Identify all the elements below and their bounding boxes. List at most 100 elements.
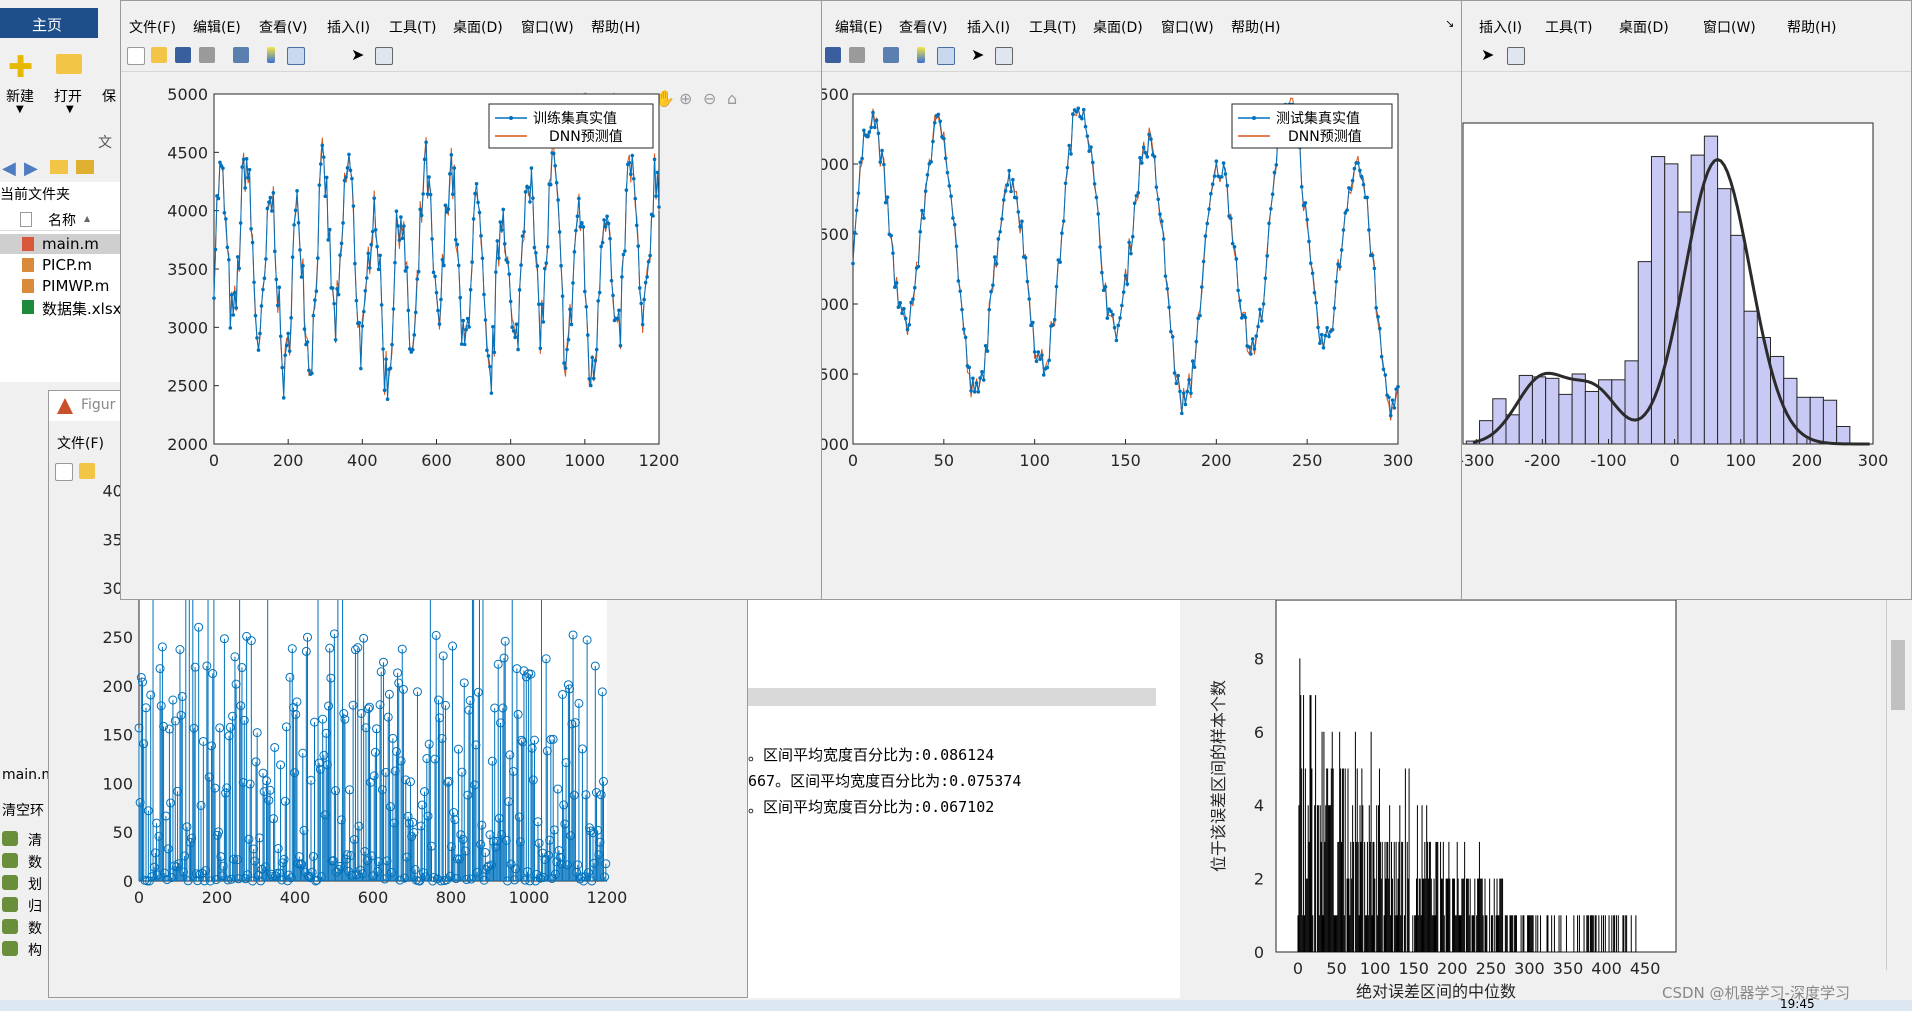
menu-item-help[interactable]: 帮助(H) [1231, 17, 1280, 37]
x-tick-label: 0 [848, 451, 858, 470]
property-editor-icon[interactable] [995, 47, 1013, 65]
data-point [1256, 324, 1260, 329]
save-icon[interactable] [175, 47, 191, 63]
colorbar-icon[interactable] [267, 47, 275, 63]
pointer-icon[interactable]: ➤ [971, 45, 984, 64]
figure-toolbar: ➤ [121, 41, 821, 72]
menu-item-view[interactable]: 查看(V) [259, 17, 308, 37]
menu-item-window[interactable]: 窗口(W) [1161, 17, 1214, 37]
data-point [936, 112, 941, 117]
menu-item-insert[interactable]: 插入(I) [327, 17, 370, 37]
menu-item-file[interactable]: 文件(F) [57, 433, 104, 453]
open-button[interactable]: 打开 ▼ [52, 48, 92, 120]
colorbar-icon[interactable] [917, 47, 925, 63]
data-point [406, 308, 411, 313]
data-point [575, 214, 580, 219]
data-point [629, 172, 633, 177]
menu-item-insert[interactable]: 插入(I) [1479, 17, 1522, 37]
menu-item-desktop[interactable]: 桌面(D) [1093, 17, 1143, 37]
data-point [551, 151, 556, 156]
legend-icon[interactable] [287, 47, 305, 65]
data-point [954, 244, 959, 249]
data-point [991, 283, 995, 287]
data-point [1267, 221, 1271, 226]
print-icon[interactable] [199, 47, 215, 63]
list-item[interactable]: main.m [0, 234, 122, 254]
data-point [513, 335, 517, 340]
command-scrollbar-track[interactable] [746, 688, 1156, 706]
list-item[interactable]: PICP.m [0, 255, 122, 275]
menu-item-edit[interactable]: 编辑(E) [193, 17, 241, 37]
data-point [1074, 109, 1079, 114]
y-tick-label: 4500 [167, 143, 208, 162]
menu-item-help[interactable]: 帮助(H) [1787, 17, 1836, 37]
save-button[interactable]: 保 [98, 48, 122, 120]
open-file-icon[interactable] [151, 47, 167, 63]
data-point [470, 260, 474, 264]
file-icon [20, 212, 32, 227]
excel-file-icon [22, 300, 34, 314]
list-item[interactable]: 数据集.xlsx [0, 297, 122, 318]
m-file-icon [22, 237, 34, 251]
data-point [631, 176, 636, 181]
browse-folder-icon[interactable] [76, 160, 94, 174]
name-column-header[interactable]: 名称 ▲ [0, 208, 122, 231]
link-plot-icon[interactable] [233, 47, 249, 63]
command-window[interactable]: 。区间平均宽度百分比为:0.086124 667。区间平均宽度百分比为:0.07… [746, 600, 1180, 998]
percent-icon [2, 897, 18, 912]
data-point [224, 217, 228, 221]
new-figure-icon[interactable] [127, 47, 145, 65]
menu-item-tools[interactable]: 工具(T) [1029, 17, 1076, 37]
menu-item-help[interactable]: 帮助(H) [591, 17, 640, 37]
print-icon[interactable] [849, 47, 865, 63]
menu-item-insert[interactable]: 插入(I) [967, 17, 1010, 37]
list-item[interactable]: PIMWP.m [0, 276, 122, 296]
menu-item-desktop[interactable]: 桌面(D) [453, 17, 503, 37]
x-tick-label: 600 [358, 888, 389, 907]
data-point [448, 172, 452, 176]
figure-window-test: 编辑(E) 查看(V) 插入(I) 工具(T) 桌面(D) 窗口(W) 帮助(H… [820, 0, 1462, 600]
y-tick-label: 4 [1254, 796, 1264, 815]
vertical-scrollbar[interactable] [1886, 600, 1911, 970]
data-point [268, 195, 273, 200]
menu-item-desktop[interactable]: 桌面(D) [1619, 17, 1669, 37]
data-point [862, 128, 866, 133]
property-editor-icon[interactable] [375, 47, 393, 65]
tab-home-label: 主页 [32, 16, 63, 34]
menu-item-window[interactable]: 窗口(W) [521, 17, 574, 37]
forward-arrow-icon[interactable]: ▶ [24, 158, 38, 179]
data-point [212, 296, 216, 300]
link-plot-icon[interactable] [883, 47, 899, 63]
pointer-icon[interactable]: ➤ [351, 45, 364, 64]
dock-arrow-icon[interactable]: ↘ [1445, 17, 1454, 30]
back-arrow-icon[interactable]: ◀ [2, 158, 16, 179]
menu-item-tools[interactable]: 工具(T) [1545, 17, 1592, 37]
menu-item-window[interactable]: 窗口(W) [1703, 17, 1756, 37]
menu-item-view[interactable]: 查看(V) [899, 17, 948, 37]
property-editor-icon[interactable] [1507, 47, 1525, 65]
legend-icon[interactable] [937, 47, 955, 65]
data-point [867, 130, 872, 134]
pointer-icon[interactable]: ➤ [1481, 45, 1494, 64]
menu-item-edit[interactable]: 编辑(E) [835, 17, 883, 37]
up-folder-icon[interactable] [50, 160, 68, 174]
data-point [290, 255, 295, 259]
data-point [956, 279, 961, 283]
editor-tab[interactable]: main.m [0, 764, 55, 788]
tab-home[interactable]: 主页 [0, 8, 98, 38]
data-point [630, 153, 635, 158]
scrollbar-thumb[interactable] [1891, 640, 1905, 710]
data-point [642, 297, 646, 302]
data-point [1234, 257, 1239, 261]
data-point [433, 274, 437, 279]
save-icon[interactable] [825, 47, 841, 63]
data-point [1376, 314, 1380, 319]
new-button[interactable]: ✚ 新建 ▼ [2, 48, 42, 120]
menu-item-file[interactable]: 文件(F) [129, 17, 176, 37]
data-point [455, 242, 460, 247]
data-point [1172, 371, 1177, 375]
menu-item-tools[interactable]: 工具(T) [389, 17, 436, 37]
data-point [1014, 196, 1019, 200]
data-point [390, 342, 394, 347]
data-point [596, 299, 600, 303]
